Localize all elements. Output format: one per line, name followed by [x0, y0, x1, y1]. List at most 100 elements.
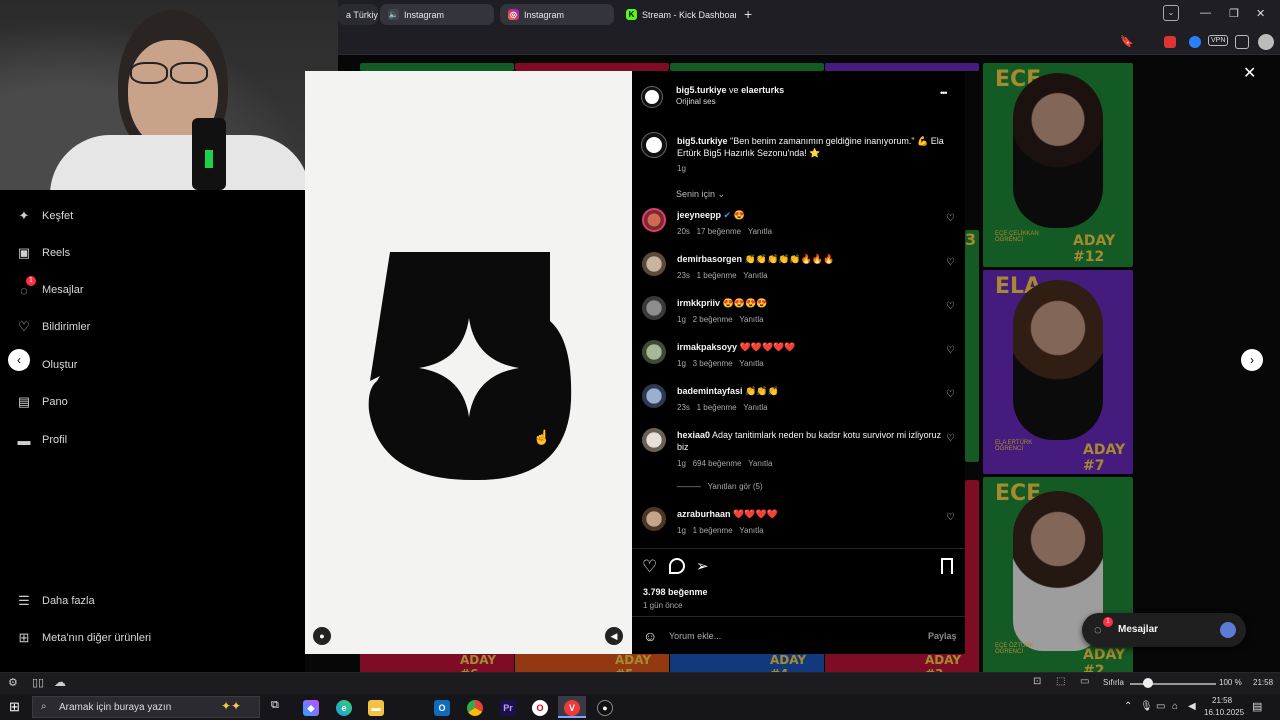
- tab-kick-dashboard[interactable]: K Stream - Kick Dashboard: [618, 4, 736, 25]
- comment-like-icon[interactable]: ♡: [946, 345, 955, 356]
- close-modal-icon[interactable]: ✕: [1243, 63, 1256, 83]
- chrome-icon[interactable]: [467, 700, 483, 716]
- view-replies-button[interactable]: ——— Yanıtları gör (5): [677, 482, 763, 491]
- comment-like-icon[interactable]: ♡: [946, 512, 955, 523]
- commenter-avatar[interactable]: [642, 507, 666, 531]
- author-avatar[interactable]: [641, 86, 663, 108]
- zoom-reset-button[interactable]: Sıfırla: [1103, 678, 1124, 687]
- task-view-icon[interactable]: ⧉: [271, 699, 279, 712]
- comment-username[interactable]: demirbasorgen: [677, 254, 742, 264]
- notification-center-icon[interactable]: ▤: [1252, 700, 1262, 713]
- windows-start-icon[interactable]: ⊞: [9, 699, 20, 715]
- obs-icon[interactable]: ●: [597, 700, 613, 716]
- vpn-button[interactable]: VPN: [1208, 35, 1229, 46]
- close-window-button[interactable]: ✕: [1256, 7, 1265, 20]
- cloud-icon[interactable]: ☁: [54, 675, 66, 689]
- commenter-avatar[interactable]: [642, 428, 666, 452]
- comment-like-icon[interactable]: ♡: [946, 389, 955, 400]
- commenter-avatar[interactable]: [642, 296, 666, 320]
- save-icon[interactable]: [941, 558, 953, 574]
- volume-icon[interactable]: ◀: [1188, 701, 1196, 712]
- commenter-avatar[interactable]: [642, 340, 666, 364]
- tab-turkiye[interactable]: a Türkiye: [338, 4, 378, 25]
- reel-video[interactable]: ● ◀ ☝: [305, 71, 632, 654]
- profile-avatar[interactable]: [1258, 34, 1274, 50]
- like-count[interactable]: 3.798 beğenme: [643, 587, 708, 597]
- extension-icon[interactable]: [1164, 36, 1176, 48]
- copilot-taskbar-icon[interactable]: ◆: [303, 700, 319, 716]
- collab-username[interactable]: elaerturks: [741, 85, 784, 95]
- comment-icon[interactable]: [669, 558, 685, 574]
- sidebar-item-reels[interactable]: ▣ Reels: [16, 242, 70, 264]
- like-post-icon[interactable]: ♡: [642, 557, 657, 577]
- file-explorer-icon[interactable]: ▬: [368, 700, 384, 716]
- next-post-button[interactable]: ›: [1241, 349, 1263, 371]
- reply-link[interactable]: Yanıtla: [739, 315, 763, 324]
- tab-instagram-1[interactable]: 🔈 Instagram: [380, 4, 494, 25]
- comment-like-icon[interactable]: ♡: [946, 257, 955, 268]
- reply-link[interactable]: Yanıtla: [743, 271, 767, 280]
- outlook-icon[interactable]: O: [434, 700, 450, 716]
- commenter-avatar[interactable]: [642, 384, 666, 408]
- maximize-button[interactable]: ❐: [1229, 7, 1239, 20]
- reply-link[interactable]: Yanıtla: [748, 227, 772, 236]
- comment-username[interactable]: bademintayfasi: [677, 386, 743, 396]
- sidebar-item-dashboard[interactable]: ▤ Pano: [16, 391, 68, 413]
- more-options-icon[interactable]: •••: [940, 88, 948, 98]
- vivaldi-icon[interactable]: V: [564, 700, 580, 716]
- sidebar-meta-products[interactable]: ⊞ Meta'nın diğer ürünleri: [16, 627, 152, 649]
- comment-username[interactable]: irmkkpriiv: [677, 298, 720, 308]
- comment-like-icon[interactable]: ♡: [946, 301, 955, 312]
- settings-icon[interactable]: ⚙: [8, 676, 18, 689]
- tab-menu-icon[interactable]: ⌄: [1163, 5, 1179, 21]
- bookmark-icon[interactable]: 🔖: [1120, 35, 1134, 48]
- premiere-icon[interactable]: Pr: [500, 700, 516, 716]
- comment-like-icon[interactable]: ♡: [946, 433, 955, 444]
- capture-icon[interactable]: ⊡: [1033, 676, 1041, 687]
- comment-input[interactable]: Yorum ekle...: [669, 631, 721, 641]
- comment-username[interactable]: hexiaa0: [677, 430, 710, 440]
- sidebar-item-messages[interactable]: ◌ 1 Mesajlar: [16, 276, 84, 301]
- zoom-slider-handle[interactable]: [1143, 678, 1153, 688]
- battery-icon[interactable]: ▭: [1156, 701, 1165, 712]
- reply-link[interactable]: Yanıtla: [739, 359, 763, 368]
- comment-filter-dropdown[interactable]: Senin için ⌄: [676, 189, 725, 200]
- caption-username[interactable]: big5.turkiye: [677, 136, 728, 146]
- edge-taskbar-icon[interactable]: e: [336, 700, 352, 716]
- extension-icon-2[interactable]: [1189, 36, 1201, 48]
- audio-label[interactable]: Orijinal ses: [676, 97, 716, 106]
- sidebar-item-profile[interactable]: ▬ Profil: [16, 429, 68, 451]
- microphone-tray-icon[interactable]: 🎙: [1140, 701, 1153, 712]
- reply-link[interactable]: Yanıtla: [748, 459, 772, 468]
- sidebar-item-notifications[interactable]: ♡ Bildirimler: [16, 316, 90, 338]
- image-toggle-icon[interactable]: ▭: [1080, 676, 1089, 687]
- tab-instagram-2[interactable]: ◎ Instagram: [500, 4, 614, 25]
- tile-icon[interactable]: ⬚: [1056, 676, 1065, 687]
- comment-username[interactable]: azraburhaan: [677, 509, 731, 519]
- taskbar-search-input[interactable]: ⌕ Aramak için buraya yazın ✦✦: [32, 696, 260, 718]
- messages-pill[interactable]: ◌ 1 Mesajlar: [1082, 613, 1246, 647]
- taskbar-clock-date[interactable]: 16.10.2025: [1204, 708, 1244, 717]
- comment-like-icon[interactable]: ♡: [946, 213, 955, 224]
- taskbar-clock-time[interactable]: 21:58: [1212, 696, 1232, 705]
- panel-toggle-icon[interactable]: ▯▯: [32, 676, 44, 689]
- share-comment-button[interactable]: Paylaş: [928, 631, 957, 641]
- caption-avatar[interactable]: [641, 132, 667, 158]
- reply-link[interactable]: Yanıtla: [739, 526, 763, 535]
- user-tag-icon[interactable]: ●: [313, 627, 331, 645]
- commenter-avatar[interactable]: [642, 208, 666, 232]
- tray-chevron-icon[interactable]: ⌃: [1124, 701, 1132, 712]
- minimize-button[interactable]: —: [1200, 7, 1211, 19]
- opera-icon[interactable]: O: [532, 700, 548, 716]
- new-tab-button[interactable]: +: [744, 6, 752, 22]
- emoji-icon[interactable]: ☺: [643, 628, 657, 644]
- previous-post-button[interactable]: ‹: [8, 349, 30, 371]
- author-username[interactable]: big5.turkiye: [676, 85, 727, 95]
- sidebar-item-explore[interactable]: ✦ Keşfet: [16, 205, 74, 227]
- share-icon[interactable]: ➢: [696, 557, 709, 575]
- network-icon[interactable]: ⌂: [1172, 701, 1178, 712]
- sidebar-more[interactable]: ☰ Daha fazla: [16, 590, 94, 612]
- commenter-avatar[interactable]: [642, 252, 666, 276]
- reply-link[interactable]: Yanıtla: [743, 403, 767, 412]
- mute-toggle-icon[interactable]: ◀: [605, 627, 623, 645]
